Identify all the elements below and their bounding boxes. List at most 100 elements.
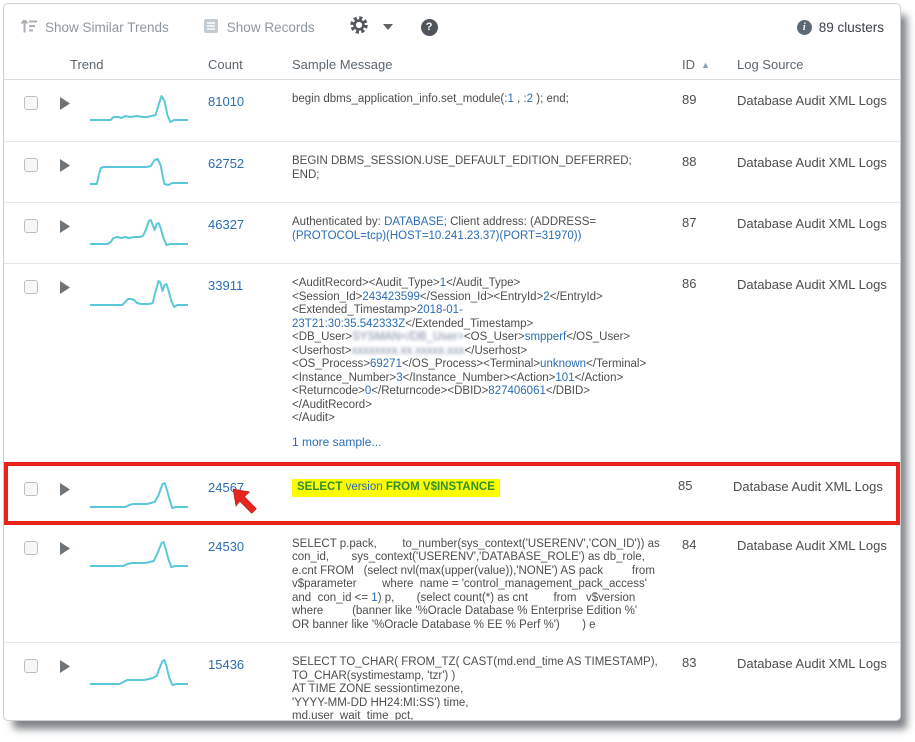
- row-checkbox[interactable]: [24, 96, 38, 110]
- show-similar-trends-button[interactable]: Show Similar Trends: [20, 18, 169, 37]
- expand-triangle-icon: [60, 483, 71, 497]
- table-row: 33911 <AuditRecord><Audit_Type>1</Audit_…: [4, 263, 900, 461]
- log-source: Database Audit XML Logs: [737, 274, 890, 451]
- trend-sparkline: [90, 152, 208, 192]
- trend-sparkline: [90, 476, 208, 513]
- count-link[interactable]: 15436: [208, 657, 244, 672]
- toolbar: Show Similar Trends Show Records: [4, 4, 900, 50]
- expand-toggle[interactable]: [60, 535, 90, 633]
- expand-toggle[interactable]: [60, 90, 90, 131]
- message-cell: SELECT version FROM V$INSTANCE: [292, 476, 678, 513]
- row-checkbox[interactable]: [24, 541, 38, 555]
- expand-toggle[interactable]: [60, 653, 90, 721]
- help-button[interactable]: ?: [421, 19, 438, 36]
- table-row: 46327 Authenticated by: DATABASE; Client…: [4, 202, 900, 263]
- count-link[interactable]: 81010: [208, 94, 244, 109]
- info-icon: i: [797, 20, 812, 35]
- message-cell: SELECT TO_CHAR( FROM_TZ( CAST(md.end_tim…: [292, 653, 682, 721]
- expand-triangle-icon: [60, 220, 71, 234]
- expand-toggle[interactable]: [60, 152, 90, 192]
- count-cell: 62752: [208, 152, 292, 192]
- sparkline-chart: [90, 155, 188, 189]
- clusters-count-label: 89 clusters: [819, 20, 884, 35]
- cluster-id: 89: [682, 90, 737, 131]
- records-list-icon: [203, 18, 219, 37]
- expand-triangle-icon: [60, 281, 71, 295]
- count-link[interactable]: 46327: [208, 217, 244, 232]
- row-checkbox[interactable]: [24, 482, 38, 496]
- table-row: 81010 begin dbms_application_info.set_mo…: [4, 80, 900, 141]
- message-cell: begin dbms_application_info.set_module(:…: [292, 90, 682, 131]
- sample-message: Authenticated by: DATABASE; Client addre…: [292, 216, 668, 243]
- cluster-id: 84: [682, 535, 737, 633]
- row-checkbox[interactable]: [24, 158, 38, 172]
- log-source: Database Audit XML Logs: [737, 535, 890, 633]
- log-source: Database Audit XML Logs: [737, 90, 890, 131]
- sparkline-chart: [90, 277, 188, 311]
- count-cell: 24530: [208, 535, 292, 633]
- count-cell: 15436: [208, 653, 292, 721]
- sparkline-chart: [90, 216, 188, 250]
- trend-sparkline: [90, 274, 208, 451]
- expand-toggle[interactable]: [60, 213, 90, 253]
- checkbox-cell: [16, 476, 60, 513]
- message-cell: <AuditRecord><Audit_Type>1</Audit_Type> …: [292, 274, 682, 451]
- count-cell: 81010: [208, 90, 292, 131]
- row-checkbox[interactable]: [24, 219, 38, 233]
- count-cell: 24567: [208, 476, 292, 513]
- cluster-id: 86: [682, 274, 737, 451]
- table-row: 24530 SELECT p.pack, to_number(sys_conte…: [4, 525, 900, 643]
- table-row: 24567 SELECT version FROM V$INSTANCE 85 …: [4, 462, 900, 525]
- column-header-id[interactable]: ID ▲: [682, 57, 737, 72]
- expand-triangle-icon: [60, 97, 71, 111]
- message-cell: BEGIN DBMS_SESSION.USE_DEFAULT_EDITION_D…: [292, 152, 682, 192]
- sample-message: <AuditRecord><Audit_Type>1</Audit_Type> …: [292, 277, 668, 426]
- expand-toggle[interactable]: [60, 274, 90, 451]
- more-samples-link[interactable]: 1 more sample...: [292, 435, 381, 449]
- cluster-id: 88: [682, 152, 737, 192]
- trend-sparkline: [90, 213, 208, 253]
- cluster-id: 85: [678, 476, 733, 513]
- count-link[interactable]: 24530: [208, 539, 244, 554]
- message-cell: SELECT p.pack, to_number(sys_context('US…: [292, 535, 682, 633]
- sample-message: SELECT TO_CHAR( FROM_TZ( CAST(md.end_tim…: [292, 656, 668, 721]
- sparkline-chart: [90, 93, 188, 127]
- sparkline-chart: [90, 538, 188, 572]
- log-source: Database Audit XML Logs: [737, 152, 890, 192]
- trend-sparkline: [90, 535, 208, 633]
- count-link[interactable]: 62752: [208, 156, 244, 171]
- count-cell: 46327: [208, 213, 292, 253]
- sparkline-chart: [90, 479, 188, 513]
- sample-message: begin dbms_application_info.set_module(:…: [292, 93, 668, 107]
- column-header-trend: Trend: [70, 57, 208, 72]
- table-row: 15436 SELECT TO_CHAR( FROM_TZ( CAST(md.e…: [4, 642, 900, 721]
- row-checkbox[interactable]: [24, 659, 38, 673]
- table-header: Trend Count Sample Message ID ▲ Log Sour…: [4, 50, 900, 80]
- show-similar-trends-label: Show Similar Trends: [45, 20, 169, 35]
- checkbox-cell: [16, 535, 60, 633]
- sparkline-chart: [90, 656, 188, 690]
- trend-sparkline: [90, 653, 208, 721]
- log-source: Database Audit XML Logs: [733, 476, 886, 513]
- sample-message: SELECT p.pack, to_number(sys_context('US…: [292, 538, 668, 633]
- table-row: 62752 BEGIN DBMS_SESSION.USE_DEFAULT_EDI…: [4, 141, 900, 202]
- show-records-button[interactable]: Show Records: [203, 18, 315, 37]
- expand-triangle-icon: [60, 660, 71, 674]
- settings-menu-button[interactable]: [349, 15, 393, 40]
- column-header-count: Count: [208, 57, 292, 72]
- id-header-label: ID: [682, 57, 695, 72]
- expand-toggle[interactable]: [60, 476, 90, 513]
- message-cell: Authenticated by: DATABASE; Client addre…: [292, 213, 682, 253]
- sample-message: BEGIN DBMS_SESSION.USE_DEFAULT_EDITION_D…: [292, 155, 668, 182]
- show-records-label: Show Records: [227, 20, 315, 35]
- clusters-count-badge: i 89 clusters: [797, 20, 884, 35]
- column-header-sample-message: Sample Message: [292, 57, 682, 72]
- row-checkbox[interactable]: [24, 280, 38, 294]
- app-window: Show Similar Trends Show Records: [3, 3, 901, 721]
- count-link[interactable]: 33911: [208, 278, 243, 293]
- log-source: Database Audit XML Logs: [737, 213, 890, 253]
- cluster-id: 87: [682, 213, 737, 253]
- chevron-down-icon: [383, 24, 393, 30]
- checkbox-cell: [16, 274, 60, 451]
- annotation-cursor-arrow: [232, 488, 258, 514]
